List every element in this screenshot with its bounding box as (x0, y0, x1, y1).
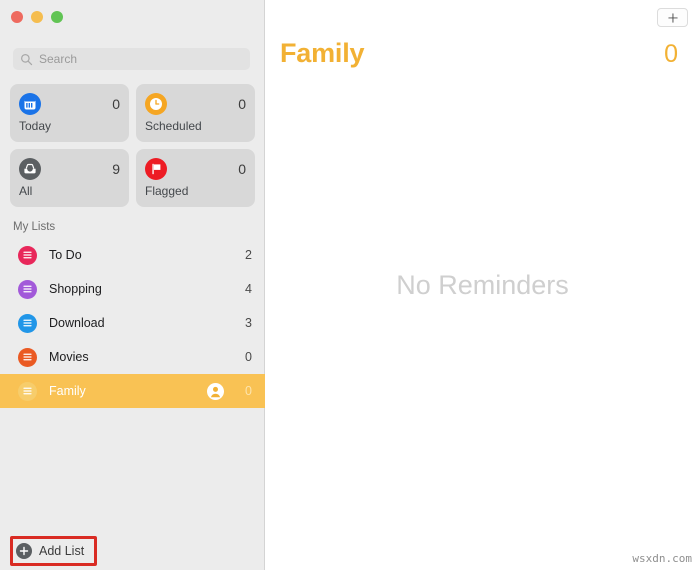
smart-card-today-label: Today (19, 119, 52, 133)
list-bullet-icon (18, 279, 37, 299)
smart-card-today-count: 0 (112, 96, 120, 112)
sidebar: 0 Today 0 Scheduled (0, 0, 265, 570)
add-reminder-button[interactable] (657, 8, 688, 27)
sidebar-item-todo-label: To Do (49, 248, 82, 262)
watermark: wsxdn.com (632, 552, 692, 565)
smart-lists-grid: 0 Today 0 Scheduled 9 All 0 Flagged (10, 84, 255, 207)
plus-icon (667, 12, 679, 24)
smart-card-all-label: All (19, 184, 33, 198)
sidebar-item-movies-label: Movies (49, 350, 89, 364)
empty-state: No Reminders (265, 0, 700, 570)
smart-card-all[interactable]: 9 All (10, 149, 129, 207)
add-list-button[interactable]: Add List (16, 541, 84, 561)
smart-card-flagged-label: Flagged (145, 184, 189, 198)
shared-list-person-icon (207, 382, 224, 400)
search-input[interactable] (39, 52, 243, 66)
sidebar-item-shopping-count: 4 (245, 282, 252, 296)
list-bullet-icon (18, 245, 37, 265)
sidebar-item-movies-count: 0 (245, 350, 252, 364)
sidebar-item-todo-count: 2 (245, 248, 252, 262)
maximize-window-button[interactable] (51, 11, 63, 23)
smart-card-flagged-count: 0 (238, 161, 246, 177)
list-bullet-icon (18, 381, 37, 401)
smart-card-flagged[interactable]: 0 Flagged (136, 149, 255, 207)
smart-card-scheduled-count: 0 (238, 96, 246, 112)
plus-circle-icon (16, 543, 32, 559)
smart-card-flagged-top: 0 (145, 157, 246, 181)
page-title: Family (280, 38, 365, 68)
sidebar-item-family-label: Family (49, 384, 86, 398)
smart-card-scheduled[interactable]: 0 Scheduled (136, 84, 255, 142)
minimize-window-button[interactable] (31, 11, 43, 23)
search-icon (20, 53, 33, 66)
smart-card-today-top: 0 (19, 92, 120, 116)
sidebar-item-download-count: 3 (245, 316, 252, 330)
list-item-count: 0 (664, 40, 678, 68)
close-window-button[interactable] (11, 11, 23, 23)
sidebar-item-shopping-label: Shopping (49, 282, 102, 296)
list-bullet-icon (18, 313, 37, 333)
empty-state-message: No Reminders (396, 269, 569, 300)
list-header: Family 0 (280, 40, 678, 67)
sidebar-item-family[interactable]: Family 0 (0, 374, 265, 408)
list-bullet-icon (18, 347, 37, 367)
smart-card-all-count: 9 (112, 161, 120, 177)
sidebar-item-shopping[interactable]: Shopping 4 (0, 272, 265, 306)
flag-icon (145, 158, 167, 180)
sidebar-item-download-label: Download (49, 316, 105, 330)
my-lists: To Do 2 Shopping 4 Download 3 Movies 0 F… (0, 238, 265, 408)
clock-icon (145, 93, 167, 115)
sidebar-item-download[interactable]: Download 3 (0, 306, 265, 340)
smart-card-all-top: 9 (19, 157, 120, 181)
search-field[interactable] (13, 48, 250, 70)
smart-card-today[interactable]: 0 Today (10, 84, 129, 142)
window-controls (11, 11, 63, 23)
sidebar-item-todo[interactable]: To Do 2 (0, 238, 265, 272)
smart-card-scheduled-top: 0 (145, 92, 246, 116)
smart-card-scheduled-label: Scheduled (145, 119, 202, 133)
inbox-icon (19, 158, 41, 180)
add-list-label: Add List (39, 544, 85, 558)
main-panel: Family 0 No Reminders wsxdn.com (265, 0, 700, 570)
my-lists-header: My Lists (13, 221, 56, 233)
sidebar-item-movies[interactable]: Movies 0 (0, 340, 265, 374)
sidebar-item-family-count: 0 (245, 384, 252, 398)
reminders-window: 0 Today 0 Scheduled (0, 0, 700, 570)
calendar-icon (19, 93, 41, 115)
